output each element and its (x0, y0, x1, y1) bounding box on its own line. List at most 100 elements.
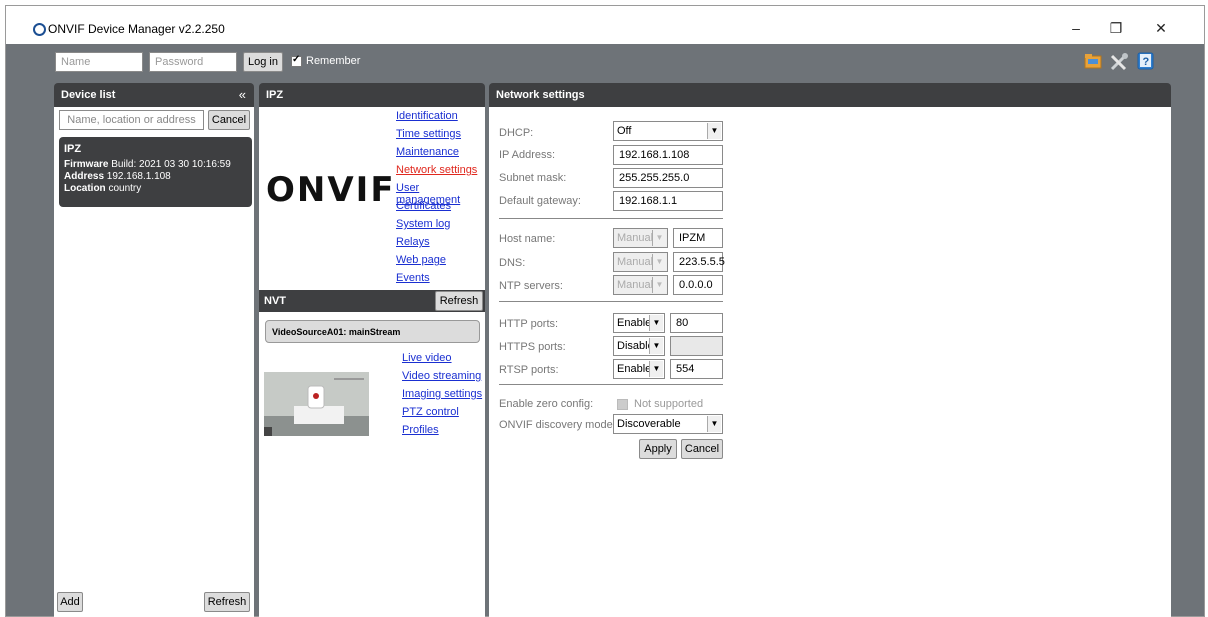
discovery-mode-select[interactable]: Discoverable ▼ (613, 414, 723, 434)
device-list-panel: Name, location or address Cancel IPZ Fir… (54, 107, 254, 617)
ntp-servers-label: NTP servers: (499, 280, 563, 292)
location-value: country (108, 183, 142, 194)
remember-checkbox[interactable] (291, 54, 302, 67)
ip-address-label: IP Address: (499, 149, 556, 161)
link-maintenance[interactable]: Maintenance (396, 146, 459, 158)
chevron-down-icon: ▼ (649, 315, 663, 331)
link-relays[interactable]: Relays (396, 236, 430, 248)
dhcp-label: DHCP: (499, 127, 534, 139)
ntp-servers-field[interactable]: 0.0.0.0 (673, 275, 723, 295)
device-search-cancel-button[interactable]: Cancel (208, 110, 250, 130)
ip-address-field[interactable]: 192.168.1.108 (613, 145, 723, 165)
add-device-button[interactable]: Add (57, 592, 83, 612)
folder-icon[interactable] (1084, 52, 1102, 70)
chevron-down-icon: ▼ (649, 361, 663, 377)
password-input[interactable]: Password (149, 52, 237, 72)
address-value: 192.168.1.108 (106, 171, 171, 182)
nvt-refresh-button[interactable]: Refresh (435, 291, 483, 311)
help-book-icon[interactable]: ? (1136, 51, 1156, 71)
divider (499, 301, 723, 302)
link-identification[interactable]: Identification (396, 110, 458, 122)
chevron-down-icon: ▼ (707, 416, 721, 432)
link-certificates[interactable]: Certificates (396, 200, 451, 212)
discovery-mode-value: Discoverable (617, 418, 681, 430)
firmware-value: Build: 2021 03 30 10:16:59 (111, 159, 231, 170)
subnet-mask-label: Subnet mask: (499, 172, 567, 184)
ipz-header: IPZ (259, 83, 485, 107)
device-name: IPZ (64, 143, 82, 155)
chevron-down-icon: ▼ (652, 230, 666, 246)
zero-config-value: Not supported (634, 398, 704, 410)
login-bar: Name Password Log in Remember ? (6, 44, 1204, 80)
link-live-video[interactable]: Live video (402, 352, 452, 364)
default-gateway-field[interactable]: 192.168.1.1 (613, 191, 723, 211)
ntp-mode: Manual (617, 279, 654, 291)
chevron-down-icon: ▼ (652, 277, 666, 293)
restore-button[interactable]: ❐ (1101, 18, 1131, 38)
divider (499, 384, 723, 385)
link-system-log[interactable]: System log (396, 218, 450, 230)
https-port-field (670, 336, 723, 356)
link-events[interactable]: Events (396, 272, 430, 284)
camera-preview-image (264, 372, 369, 436)
network-settings-header: Network settings (489, 83, 1171, 107)
video-thumbnail[interactable] (264, 372, 369, 436)
link-ptz-control[interactable]: PTZ control (402, 406, 459, 418)
link-imaging-settings[interactable]: Imaging settings (402, 388, 482, 400)
ipz-panel: ONVIF Identification Time settings Maint… (259, 107, 485, 617)
device-card[interactable]: IPZ Firmware Build: 2021 03 30 10:16:59 … (59, 137, 252, 207)
link-web-page[interactable]: Web page (396, 254, 446, 266)
address-label: Address (64, 171, 105, 182)
host-name-field[interactable]: IPZM (673, 228, 723, 248)
rtsp-mode-select[interactable]: Enable ▼ (613, 359, 665, 379)
zero-config-checkbox (617, 399, 628, 410)
close-button[interactable]: ✕ (1146, 18, 1176, 38)
https-mode-select[interactable]: Disable ▼ (613, 336, 665, 356)
discovery-mode-label: ONVIF discovery mode: (499, 419, 616, 431)
minimize-button[interactable]: – (1061, 18, 1091, 38)
onvif-logo-text: ONVIF (266, 170, 396, 210)
device-list-refresh-button[interactable]: Refresh (204, 592, 250, 612)
link-network-settings[interactable]: Network settings (396, 164, 477, 176)
subnet-mask-field[interactable]: 255.255.255.0 (613, 168, 723, 188)
dhcp-value: Off (617, 125, 632, 137)
divider (499, 218, 723, 219)
dns-label: DNS: (499, 257, 526, 269)
chevron-down-icon: ▼ (707, 123, 721, 139)
dns-mode-select: Manual ▼ (613, 252, 668, 272)
https-ports-label: HTTPS ports: (499, 341, 566, 353)
link-time-settings[interactable]: Time settings (396, 128, 461, 140)
login-button[interactable]: Log in (243, 52, 283, 72)
name-input[interactable]: Name (55, 52, 143, 72)
device-list-title: Device list (61, 89, 116, 101)
device-search-input[interactable]: Name, location or address (59, 110, 204, 130)
firmware-label: Firmware (64, 159, 109, 170)
host-name-label: Host name: (499, 233, 556, 245)
stream-selector[interactable]: VideoSourceA01: mainStream (265, 320, 480, 343)
onvif-app-icon (33, 23, 46, 36)
tools-icon[interactable] (1109, 52, 1129, 72)
zero-config-label: Enable zero config: (499, 398, 594, 410)
apply-button[interactable]: Apply (639, 439, 677, 459)
network-settings-panel: DHCP: Off ▼ IP Address: 192.168.1.108 Sub… (489, 107, 1171, 617)
rtsp-port-field[interactable]: 554 (670, 359, 723, 379)
host-name-mode: Manual (617, 232, 654, 244)
link-profiles[interactable]: Profiles (402, 424, 439, 436)
host-name-mode-select: Manual ▼ (613, 228, 668, 248)
onvif-logo: ONVIF (266, 170, 396, 210)
http-port-field[interactable]: 80 (670, 313, 723, 333)
chevron-down-icon: ▼ (652, 254, 666, 270)
cancel-button[interactable]: Cancel (681, 439, 723, 459)
http-mode: Enable (617, 317, 652, 329)
svg-text:?: ? (1143, 56, 1150, 68)
remember-label: Remember (306, 55, 361, 67)
dhcp-select[interactable]: Off ▼ (613, 121, 723, 141)
dns-field[interactable]: 223.5.5.5 (673, 252, 725, 272)
window-title: ONVIF Device Manager v2.2.250 (48, 22, 225, 36)
link-video-streaming[interactable]: Video streaming (402, 370, 481, 382)
title-bar: ONVIF Device Manager v2.2.250 – ❐ ✕ (6, 6, 1204, 44)
http-mode-select[interactable]: Enable ▼ (613, 313, 665, 333)
collapse-icon[interactable]: « (239, 83, 246, 107)
rtsp-mode: Enable (617, 363, 652, 375)
default-gateway-label: Default gateway: (499, 195, 581, 207)
